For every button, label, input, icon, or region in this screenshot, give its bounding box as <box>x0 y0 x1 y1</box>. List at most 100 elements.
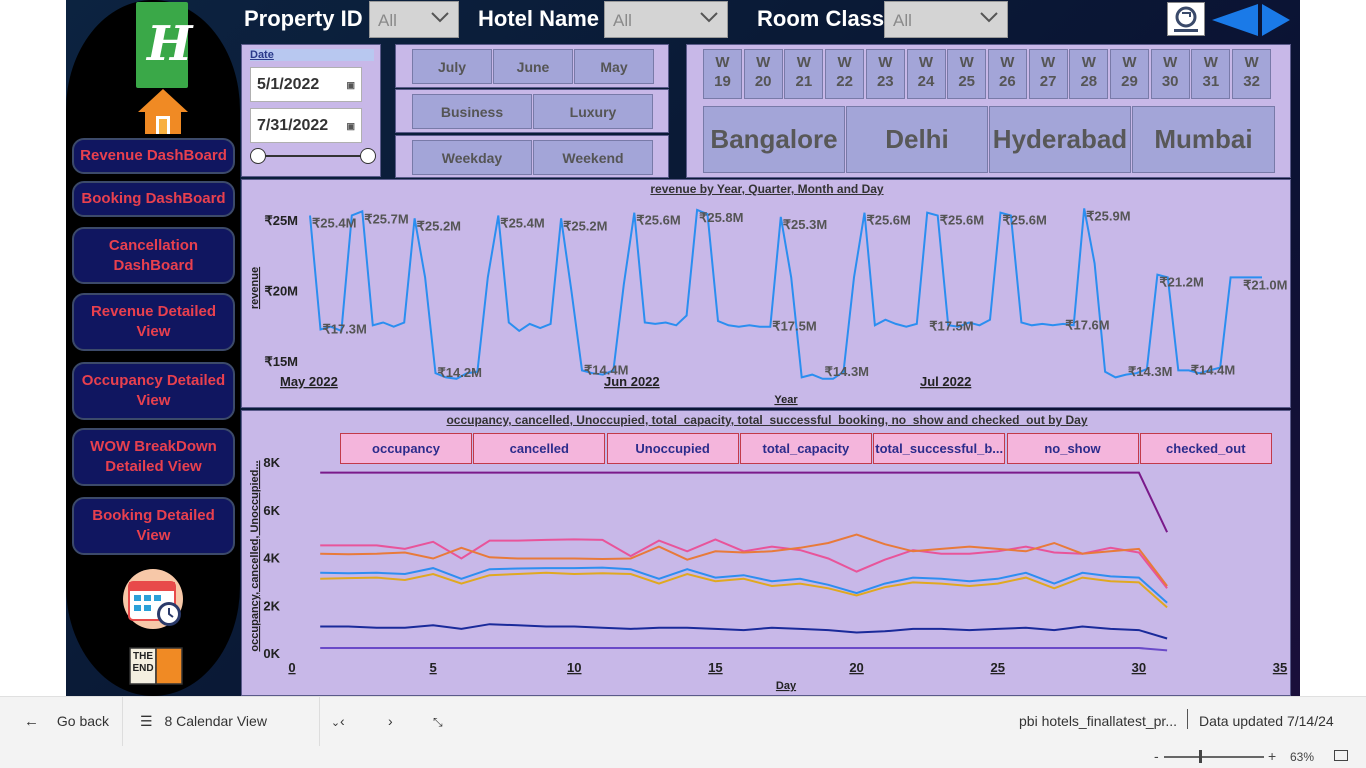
week-24-button[interactable]: W 24 <box>906 49 946 99</box>
nav-occupancy-detailed-view[interactable]: Occupancy Detailed View <box>72 362 235 420</box>
week-28-button[interactable]: W 28 <box>1069 49 1109 99</box>
daytype-weekend-button[interactable]: Weekend <box>533 140 653 175</box>
week-19-button[interactable]: W 19 <box>703 49 742 99</box>
legend-item[interactable]: total_capacity <box>739 433 872 464</box>
zoom-level: 63% <box>1290 750 1315 764</box>
x-tick-label: 30 <box>1132 660 1146 675</box>
city-bangalore-button[interactable]: Bangalore <box>703 106 845 173</box>
city-mumbai-button[interactable]: Mumbai <box>1132 106 1275 173</box>
revenue-line-chart: ₹25M₹20M₹15MrevenueMay 2022 Jun 2022 Jul 2… <box>249 208 1287 406</box>
footer-divider <box>122 697 123 747</box>
zoom-slider[interactable] <box>1164 750 1264 763</box>
y-tick-label: ₹25M <box>264 213 298 228</box>
series-line-7 <box>320 647 1168 652</box>
week-number: 28 <box>1080 73 1098 90</box>
property-id-dropdown[interactable]: All <box>369 1 459 38</box>
hotel-name-dropdown[interactable]: All <box>604 1 728 38</box>
x-axis-label: Year <box>774 394 798 406</box>
y-tick-label: 2K <box>263 598 280 613</box>
week-number: 19 <box>714 73 731 90</box>
daytype-weekday-button[interactable]: Weekday <box>412 140 532 175</box>
category-slicer: Business Luxury <box>395 89 669 133</box>
legend-item[interactable]: total_successful_b... <box>873 433 1006 464</box>
nav-revenue-dashboard[interactable]: Revenue DashBoard <box>72 138 235 174</box>
week-29-button[interactable]: W 29 <box>1110 49 1149 99</box>
chevron-right-icon: › <box>388 713 393 729</box>
legend-item[interactable]: cancelled <box>473 433 606 464</box>
nav-revenue-detailed-view[interactable]: Revenue Detailed View <box>72 293 235 351</box>
week-prefix: W <box>796 54 811 71</box>
sidebar: H Revenue DashBoard Booking DashBoard Ca… <box>66 0 240 696</box>
week-23-button[interactable]: W 23 <box>865 49 905 99</box>
y-axis-label: occupancy, cancelled, Unoccupied... <box>249 460 261 651</box>
holiday-inn-logo: H <box>136 2 192 88</box>
week-30-button[interactable]: W 30 <box>1150 49 1190 99</box>
back-arrow-icon: ← <box>24 713 39 730</box>
zoom-out-button[interactable]: - <box>1154 748 1159 764</box>
category-business-button[interactable]: Business <box>412 94 532 129</box>
data-label: ₹17.6M <box>1065 317 1109 332</box>
data-label: ₹25.9M <box>1086 208 1130 223</box>
week-20-button[interactable]: W 20 <box>743 49 783 99</box>
data-updated-text: Data updated 7/14/24 <box>1199 713 1334 729</box>
week-22-button[interactable]: W 22 <box>825 49 865 99</box>
legend-item[interactable]: occupancy <box>340 433 472 464</box>
end-date-input[interactable]: 7/31/2022 ▣ <box>250 108 362 143</box>
y-tick-label: ₹15M <box>264 354 298 369</box>
date-range-slider[interactable] <box>250 148 376 164</box>
legend-item[interactable]: checked_out <box>1139 433 1272 464</box>
data-label: ₹14.2M <box>438 365 482 380</box>
nav-booking-dashboard[interactable]: Booking DashBoard <box>72 181 235 217</box>
week-31-button[interactable]: W 31 <box>1191 49 1231 99</box>
nav-back-arrow-icon[interactable] <box>1212 4 1258 36</box>
fit-page-icon[interactable] <box>1334 750 1348 761</box>
room-class-dropdown[interactable]: All <box>884 1 1008 38</box>
slider-start-handle[interactable] <box>250 148 266 164</box>
data-label: ₹25.6M <box>636 213 680 228</box>
week-26-button[interactable]: W 26 <box>987 49 1027 99</box>
week-prefix: W <box>1203 54 1218 71</box>
exit-fullscreen-button[interactable]: ⤡ <box>433 713 443 730</box>
data-label: ₹14.3M <box>1128 364 1172 379</box>
home-icon[interactable] <box>136 86 190 136</box>
month-may-button[interactable]: May <box>574 49 654 84</box>
slider-end-handle[interactable] <box>360 148 376 164</box>
start-date-input[interactable]: 5/1/2022 ▣ <box>250 67 362 102</box>
data-label: ₹25.2M <box>417 218 461 233</box>
data-label: ₹17.3M <box>322 322 366 337</box>
week-32-button[interactable]: W 32 <box>1232 49 1272 99</box>
page-selector[interactable]: ☰ 8 Calendar View ⌄ <box>140 713 340 730</box>
zoom-bar: - + 63% <box>0 746 1366 768</box>
week-number: 23 <box>876 73 894 90</box>
month-june-button[interactable]: June <box>493 49 573 84</box>
legend-item[interactable]: no_show <box>1006 433 1139 464</box>
week-27-button[interactable]: W 27 <box>1028 49 1068 99</box>
previous-page-button[interactable]: ‹ <box>340 713 345 729</box>
month-july-button[interactable]: July <box>412 49 492 84</box>
calendar-clock-icon[interactable] <box>121 568 187 630</box>
legend-item[interactable]: Unoccupied <box>606 433 739 464</box>
data-label: ₹21.0M <box>1243 277 1287 292</box>
x-tick-label: 0 <box>288 660 295 675</box>
category-luxury-button[interactable]: Luxury <box>533 94 653 129</box>
y-tick-label: 6K <box>263 503 280 518</box>
nav-forward-arrow-icon[interactable] <box>1262 4 1290 36</box>
nav-wow-breakdown-view[interactable]: WOW BreakDown Detailed View <box>72 428 235 486</box>
nav-cancellation-dashboard[interactable]: Cancellation DashBoard <box>72 227 235 284</box>
reset-filters-icon[interactable] <box>1167 2 1205 36</box>
week-25-button[interactable]: W 25 <box>947 49 987 99</box>
next-page-button[interactable]: › <box>388 713 393 729</box>
zoom-slider-thumb[interactable] <box>1199 750 1202 763</box>
footer-divider <box>1187 709 1188 729</box>
week-number: 26 <box>999 73 1016 90</box>
city-delhi-button[interactable]: Delhi <box>846 106 988 173</box>
go-back-button[interactable]: ← Go back <box>24 713 109 730</box>
the-end-book-icon[interactable]: THE END <box>128 645 184 687</box>
zoom-in-button[interactable]: + <box>1268 748 1276 764</box>
nav-booking-detailed-view[interactable]: Booking Detailed View <box>72 497 235 555</box>
city-hyderabad-button[interactable]: Hyderabad <box>989 106 1131 173</box>
week-21-button[interactable]: W 21 <box>784 49 824 99</box>
week-number: 22 <box>836 73 853 90</box>
week-number: 20 <box>754 73 772 90</box>
x-tick-label: 20 <box>849 660 863 675</box>
